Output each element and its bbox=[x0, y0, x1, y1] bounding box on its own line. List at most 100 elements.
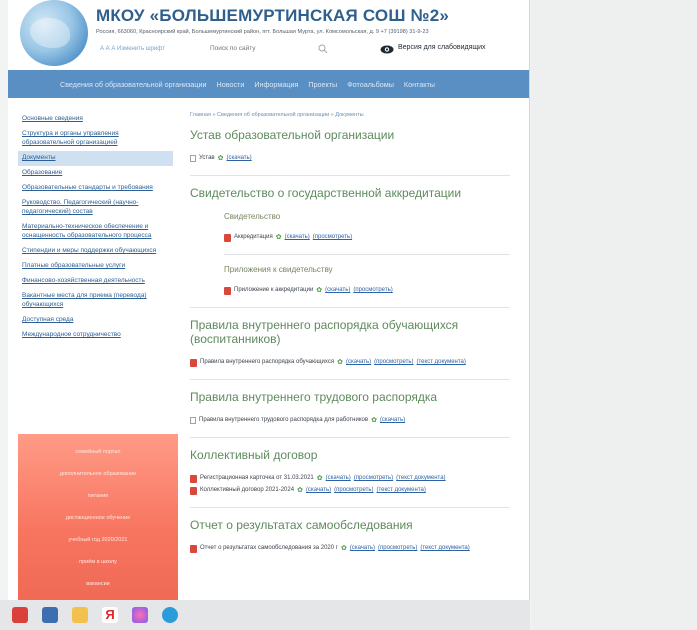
doc-name: Аккредитация bbox=[234, 234, 273, 240]
doc-item: Отчет о результатах самообследования за … bbox=[190, 544, 510, 553]
promo-link[interactable]: питание bbox=[18, 492, 178, 500]
right-margin bbox=[531, 0, 697, 630]
sidebar-menu: Основные сведения Структура и органы упр… bbox=[18, 112, 173, 343]
pdf-icon bbox=[190, 475, 197, 483]
divider bbox=[190, 379, 510, 380]
doc-name: Приложение к аккредитации bbox=[234, 287, 314, 293]
view-link[interactable]: (просмотреть) bbox=[374, 358, 413, 367]
nav-item-svedeniya[interactable]: Сведения об образовательной организации bbox=[60, 80, 207, 89]
text-doc-link[interactable]: (текст документа) bbox=[420, 544, 469, 553]
promo-link[interactable]: учебный год 2020/2021 bbox=[18, 536, 178, 544]
divider bbox=[190, 307, 510, 308]
nav-item-projects[interactable]: Проекты bbox=[308, 80, 337, 89]
section-title: Коллективный договор bbox=[190, 448, 318, 462]
doc-name: Устав bbox=[199, 155, 215, 161]
nav-item-photos[interactable]: Фотоальбомы bbox=[347, 80, 394, 89]
view-link[interactable]: (просмотреть) bbox=[353, 286, 392, 295]
doc-name: Отчет о результатах самообследования за … bbox=[200, 545, 338, 551]
signature-icon: ✿ bbox=[337, 359, 343, 366]
promo-link[interactable]: дистанционное обучение bbox=[18, 514, 178, 522]
doc-item: Правила внутреннего распорядка обучающих… bbox=[190, 358, 510, 367]
download-link[interactable]: (скачать) bbox=[346, 358, 371, 367]
view-link[interactable]: (просмотреть) bbox=[334, 486, 373, 495]
subsection-title: Свидетельство bbox=[224, 212, 281, 221]
doc-item: Регистрационная карточка от 31.03.2021 ✿… bbox=[190, 474, 510, 483]
divider bbox=[224, 254, 510, 255]
sidebar-item[interactable]: Платные образовательные услуги bbox=[18, 259, 173, 274]
download-link[interactable]: (скачать) bbox=[306, 486, 331, 495]
doc-item: Правила внутреннего трудового распорядка… bbox=[190, 416, 510, 425]
signature-icon: ✿ bbox=[275, 234, 282, 241]
signature-icon: ✿ bbox=[340, 545, 347, 552]
search-input[interactable] bbox=[206, 42, 334, 56]
sidebar-item[interactable]: Руководство. Педагогический (научно-педа… bbox=[18, 196, 173, 220]
low-vision-version-link[interactable]: Версия для слабовидящих bbox=[398, 44, 486, 51]
doc-name: Регистрационная карточка от 31.03.2021 bbox=[200, 475, 314, 481]
download-link[interactable]: (скачать) bbox=[380, 416, 405, 425]
sidebar-item[interactable]: Образование bbox=[18, 166, 173, 181]
text-doc-link[interactable]: (текст документа) bbox=[417, 358, 466, 367]
yandex-icon[interactable]: Я bbox=[102, 607, 118, 623]
doc-name: Правила внутреннего трудового распорядка… bbox=[199, 417, 369, 423]
browser-page: МКОУ «БОЛЬШЕМУРТИНСКАЯ СОШ №2» Россия, 6… bbox=[8, 0, 530, 600]
download-link[interactable]: (скачать) bbox=[326, 474, 351, 483]
sidebar-item-active[interactable]: Документы bbox=[18, 151, 173, 166]
promo-link[interactable]: вакансии bbox=[18, 580, 178, 588]
download-link[interactable]: (скачать) bbox=[350, 544, 375, 553]
doc-item: Приложение к аккредитации ✿ (скачать) (п… bbox=[224, 286, 510, 295]
signature-icon: ✿ bbox=[316, 287, 323, 294]
sidebar-item[interactable]: Структура и органы управления образовате… bbox=[18, 127, 173, 151]
school-title[interactable]: МКОУ «БОЛЬШЕМУРТИНСКАЯ СОШ №2» bbox=[96, 6, 449, 26]
folder-icon[interactable] bbox=[72, 607, 88, 623]
main-nav: Сведения об образовательной организации … bbox=[8, 70, 529, 98]
sidebar-item[interactable]: Финансово-хозяйственная деятельность bbox=[18, 274, 173, 289]
font-resize-links[interactable]: А А А Изменить шрифт bbox=[100, 46, 165, 52]
sidebar-item[interactable]: Материально-техническое обеспечение и ос… bbox=[18, 220, 173, 244]
sidebar-item[interactable]: Вакантные места для приема (перевода) об… bbox=[18, 289, 173, 313]
promo-link[interactable]: приём в школу bbox=[18, 558, 178, 566]
doc-name: Коллективный договор 2021-2024 bbox=[200, 487, 295, 493]
download-link[interactable]: (скачать) bbox=[325, 286, 350, 295]
sidebar-item[interactable]: Международное сотрудничество bbox=[18, 328, 173, 343]
eye-icon[interactable] bbox=[380, 45, 394, 54]
doc-name: Правила внутреннего распорядка обучающих… bbox=[200, 359, 335, 365]
pdf-app-icon[interactable] bbox=[12, 607, 28, 623]
taskbar: Я bbox=[0, 600, 530, 630]
download-link[interactable]: (скачать) bbox=[285, 233, 310, 242]
doc-item: Аккредитация ✿ (скачать) (просмотреть) bbox=[224, 233, 510, 242]
section-title: Правила внутреннего распорядка обучающих… bbox=[190, 318, 459, 346]
view-link[interactable]: (просмотреть) bbox=[313, 233, 352, 242]
sidebar-item[interactable]: Доступная среда bbox=[18, 313, 173, 328]
site-header: МКОУ «БОЛЬШЕМУРТИНСКАЯ СОШ №2» Россия, 6… bbox=[8, 0, 529, 70]
promo-link[interactable]: семейный портал bbox=[18, 448, 178, 456]
promo-link[interactable]: дополнительное образование bbox=[18, 470, 178, 478]
view-link[interactable]: (просмотреть) bbox=[354, 474, 393, 483]
subsection-title: Приложения к свидетельству bbox=[224, 265, 333, 274]
color-app-icon[interactable] bbox=[132, 607, 148, 623]
photos-icon[interactable] bbox=[42, 607, 58, 623]
section-title: Устав образовательной организации bbox=[190, 128, 395, 142]
signature-icon: ✿ bbox=[371, 417, 377, 424]
section-title: Отчет о результатах самообследования bbox=[190, 518, 413, 532]
view-link[interactable]: (просмотреть) bbox=[378, 544, 417, 553]
text-doc-link[interactable]: (текст документа) bbox=[396, 474, 445, 483]
signature-icon: ✿ bbox=[217, 155, 224, 162]
doc-item: Коллективный договор 2021-2024 ✿ (скачат… bbox=[190, 486, 510, 495]
sidebar-item[interactable]: Образовательные стандарты и требования bbox=[18, 181, 173, 196]
sidebar-item[interactable]: Основные сведения bbox=[18, 112, 173, 127]
sidebar-item[interactable]: Стипендии и меры поддержки обучающихся bbox=[18, 244, 173, 259]
file-icon bbox=[190, 155, 196, 162]
download-link[interactable]: (скачать) bbox=[227, 154, 252, 163]
edge-icon[interactable] bbox=[162, 607, 178, 623]
signature-icon: ✿ bbox=[316, 475, 323, 482]
section-title: Свидетельство о государственной аккредит… bbox=[190, 186, 462, 200]
nav-item-news[interactable]: Новости bbox=[217, 80, 245, 89]
nav-item-contacts[interactable]: Контакты bbox=[404, 80, 435, 89]
pdf-icon bbox=[190, 487, 197, 495]
main-content: Главная » Сведения об образовательной ор… bbox=[190, 112, 510, 565]
nav-item-info[interactable]: Информация bbox=[254, 80, 298, 89]
search-icon[interactable] bbox=[318, 44, 328, 54]
text-doc-link[interactable]: (текст документа) bbox=[376, 486, 425, 495]
breadcrumb[interactable]: Главная » Сведения об образовательной ор… bbox=[190, 112, 510, 118]
file-icon bbox=[190, 417, 196, 424]
